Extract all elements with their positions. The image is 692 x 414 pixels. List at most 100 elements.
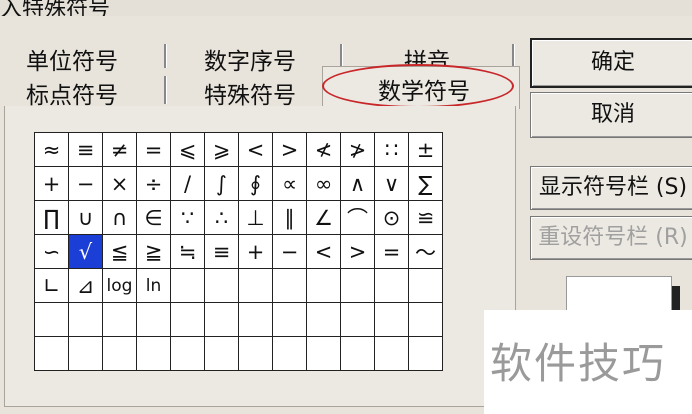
symbol-cell[interactable]: ∮ <box>238 166 273 201</box>
symbol-cell[interactable] <box>136 336 171 371</box>
cancel-button[interactable]: 取消 <box>530 92 692 138</box>
symbol-cell[interactable] <box>374 336 409 371</box>
symbol-cell[interactable] <box>102 336 137 371</box>
symbol-cell[interactable] <box>340 268 375 303</box>
symbol-cell[interactable]: ∩ <box>102 200 137 235</box>
symbol-cell[interactable]: ∏ <box>34 200 69 235</box>
symbol-cell[interactable] <box>340 302 375 337</box>
symbol-cell[interactable]: ≮ <box>306 132 341 167</box>
symbol-cell[interactable]: ∴ <box>204 200 239 235</box>
symbol-cell[interactable] <box>34 336 69 371</box>
symbol-cell[interactable]: ± <box>408 132 443 167</box>
symbol-row: ∟ ⊿ log ln <box>34 268 443 303</box>
symbol-cell[interactable]: ～ <box>408 234 443 269</box>
symbol-cell[interactable]: ≡ <box>204 234 239 269</box>
symbol-cell[interactable] <box>136 302 171 337</box>
symbol-cell[interactable] <box>306 336 341 371</box>
symbol-cell[interactable] <box>238 302 273 337</box>
symbol-cell[interactable] <box>374 268 409 303</box>
symbol-cell[interactable] <box>272 302 307 337</box>
symbol-cell[interactable] <box>408 302 443 337</box>
symbol-cell[interactable] <box>238 268 273 303</box>
symbol-cell[interactable]: ∫ <box>204 166 239 201</box>
symbol-cell[interactable]: > <box>272 132 307 167</box>
symbol-cell[interactable]: ∑ <box>408 166 443 201</box>
tab-punctuation[interactable]: 标点符号 <box>26 76 118 110</box>
symbol-cell[interactable] <box>238 336 273 371</box>
symbol-cell[interactable] <box>306 268 341 303</box>
symbol-cell[interactable]: ∧ <box>340 166 375 201</box>
symbol-cell[interactable]: ⌒ <box>340 200 375 235</box>
symbol-row <box>34 336 443 371</box>
symbol-cell[interactable] <box>170 336 205 371</box>
symbol-cell[interactable]: / <box>170 166 205 201</box>
symbol-grid: ≈ ≡ ≠ = ⩽ ⩾ < > ≮ ≯ ∷ ± + − × ÷ / ∫ ∮ ∝ ∞ ∧ ∨ ∑ ∏ ∪ ∩ ∈ ∵ ∴ ⊥ ∥ ∠ ⌒ ⊙ ≌ ∽ √ ≦ ≧… <box>34 132 443 371</box>
symbol-cell[interactable]: × <box>102 166 137 201</box>
tab-special-symbols[interactable]: 特殊符号 <box>204 76 296 110</box>
symbol-cell[interactable] <box>340 336 375 371</box>
symbol-cell[interactable]: ∷ <box>374 132 409 167</box>
symbol-cell[interactable]: ∵ <box>170 200 205 235</box>
symbol-row: ∽ √ ≦ ≧ ≒ ≡ + − < > = ～ <box>34 234 443 269</box>
tab-divider <box>164 44 167 68</box>
symbol-cell[interactable]: ⊙ <box>374 200 409 235</box>
ok-button[interactable]: 确定 <box>530 38 692 88</box>
tab-unit-symbols[interactable]: 单位符号 <box>26 42 118 76</box>
symbol-cell[interactable]: ∽ <box>34 234 69 269</box>
symbol-cell[interactable]: ∥ <box>272 200 307 235</box>
tab-divider <box>340 44 343 68</box>
symbol-cell[interactable]: < <box>306 234 341 269</box>
symbol-cell[interactable]: ⊥ <box>238 200 273 235</box>
symbol-cell[interactable] <box>204 268 239 303</box>
symbol-cell[interactable] <box>170 302 205 337</box>
symbol-cell[interactable]: ∈ <box>136 200 171 235</box>
symbol-cell[interactable]: ∞ <box>306 166 341 201</box>
tab-number-sequence[interactable]: 数字序号 <box>204 42 296 76</box>
symbol-cell[interactable]: ∨ <box>374 166 409 201</box>
symbol-cell[interactable]: ∝ <box>272 166 307 201</box>
symbol-cell[interactable] <box>204 336 239 371</box>
symbol-cell[interactable] <box>408 336 443 371</box>
symbol-cell[interactable]: ≯ <box>340 132 375 167</box>
symbol-cell[interactable]: = <box>374 234 409 269</box>
symbol-cell[interactable]: ≧ <box>136 234 171 269</box>
symbol-cell[interactable]: ÷ <box>136 166 171 201</box>
symbol-cell[interactable]: √ <box>68 234 103 269</box>
symbol-cell[interactable]: ≡ <box>68 132 103 167</box>
symbol-cell[interactable] <box>272 336 307 371</box>
symbol-cell[interactable]: ⩾ <box>204 132 239 167</box>
show-symbol-bar-button[interactable]: 显示符号栏 (S) <box>530 166 692 210</box>
symbol-cell[interactable] <box>204 302 239 337</box>
symbol-row: ∏ ∪ ∩ ∈ ∵ ∴ ⊥ ∥ ∠ ⌒ ⊙ ≌ <box>34 200 443 235</box>
symbol-cell[interactable] <box>170 268 205 303</box>
symbol-cell[interactable] <box>408 268 443 303</box>
symbol-cell[interactable] <box>272 268 307 303</box>
symbol-cell[interactable]: ⩽ <box>170 132 205 167</box>
symbol-cell[interactable] <box>68 302 103 337</box>
symbol-cell[interactable] <box>34 302 69 337</box>
symbol-cell[interactable]: = <box>136 132 171 167</box>
symbol-cell[interactable]: < <box>238 132 273 167</box>
symbol-cell[interactable]: − <box>272 234 307 269</box>
symbol-cell[interactable]: ≈ <box>34 132 69 167</box>
symbol-cell[interactable]: ln <box>136 268 171 303</box>
symbol-cell[interactable] <box>374 302 409 337</box>
symbol-cell[interactable]: ≦ <box>102 234 137 269</box>
symbol-cell[interactable]: ∪ <box>68 200 103 235</box>
symbol-cell[interactable]: > <box>340 234 375 269</box>
symbol-cell[interactable]: + <box>238 234 273 269</box>
symbol-cell[interactable]: ⊿ <box>68 268 103 303</box>
symbol-cell[interactable]: ≠ <box>102 132 137 167</box>
symbol-cell[interactable]: ∠ <box>306 200 341 235</box>
symbol-cell[interactable]: ≒ <box>170 234 205 269</box>
symbol-cell[interactable] <box>68 336 103 371</box>
symbol-row: ≈ ≡ ≠ = ⩽ ⩾ < > ≮ ≯ ∷ ± <box>34 132 443 167</box>
symbol-cell[interactable] <box>102 302 137 337</box>
symbol-cell[interactable]: log <box>102 268 137 303</box>
symbol-cell[interactable]: + <box>34 166 69 201</box>
symbol-cell[interactable]: ≌ <box>408 200 443 235</box>
title-bar: 入特殊符号 <box>0 0 692 16</box>
symbol-cell[interactable]: − <box>68 166 103 201</box>
symbol-cell[interactable]: ∟ <box>34 268 69 303</box>
symbol-cell[interactable] <box>306 302 341 337</box>
